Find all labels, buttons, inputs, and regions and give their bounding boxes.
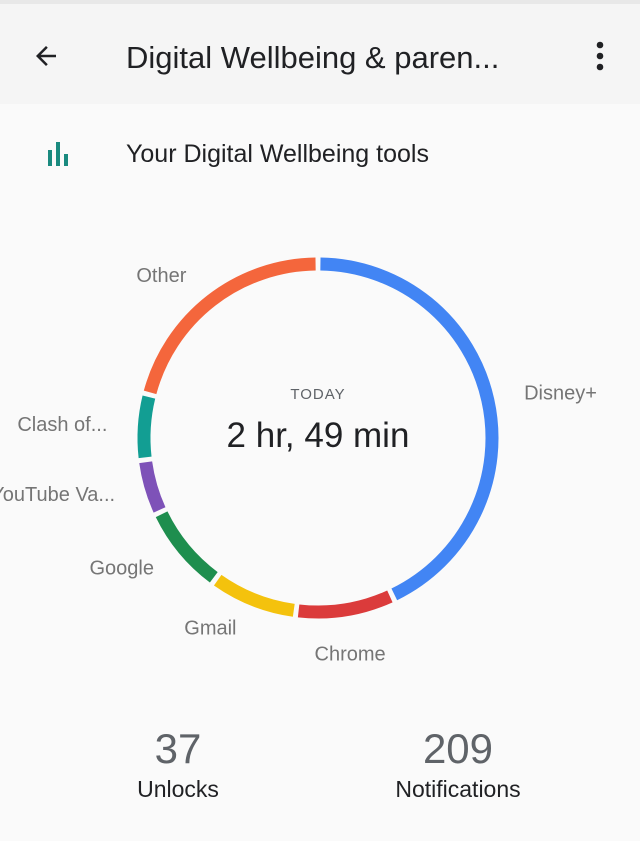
page-title: Digital Wellbeing & paren... — [126, 40, 500, 75]
donut-label-google: Google — [90, 558, 155, 580]
donut-label-youtube-va: YouTube Va... — [0, 484, 115, 506]
bar-chart-icon — [44, 140, 76, 168]
donut-segment-google[interactable] — [155, 511, 218, 583]
tools-label: Your Digital Wellbeing tools — [126, 140, 429, 168]
today-caption: TODAY — [290, 386, 346, 403]
more-options-button[interactable] — [578, 34, 622, 82]
notifications-stat[interactable]: 209 Notifications — [348, 724, 568, 804]
donut-segment-gmail[interactable] — [213, 574, 295, 617]
arrow-back-icon — [31, 41, 61, 76]
back-button[interactable] — [22, 34, 70, 82]
donut-segment-youtube-va[interactable] — [139, 461, 166, 513]
donut-label-chrome: Chrome — [315, 644, 386, 666]
donut-segment-clash-of[interactable] — [137, 395, 156, 459]
donut-label-clash-of: Clash of... — [17, 414, 107, 436]
app-bar: Digital Wellbeing & paren... — [0, 4, 640, 104]
donut-label-other: Other — [136, 265, 186, 287]
more-vert-icon — [595, 40, 605, 77]
unlocks-label: Unlocks — [137, 776, 219, 802]
donut-segment-chrome[interactable] — [297, 590, 393, 619]
notifications-label: Notifications — [395, 776, 521, 802]
donut-label-disney: Disney+ — [524, 382, 597, 404]
digital-wellbeing-screen: Digital Wellbeing & paren... Your Digita… — [0, 0, 640, 841]
donut-label-gmail: Gmail — [184, 618, 236, 640]
unlocks-count: 37 — [154, 725, 202, 772]
unlocks-stat[interactable]: 37 Unlocks — [68, 724, 288, 804]
digital-wellbeing-tools-link[interactable]: Your Digital Wellbeing tools — [0, 124, 640, 184]
total-screen-time: 2 hr, 49 min — [226, 416, 410, 455]
notifications-count: 209 — [422, 725, 494, 772]
